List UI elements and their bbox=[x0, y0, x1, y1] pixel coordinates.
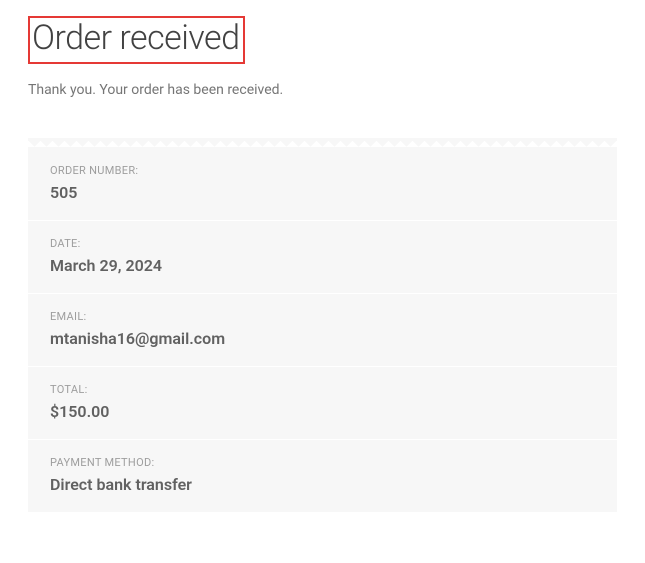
order-payment-label: PAYMENT METHOD: bbox=[50, 456, 595, 469]
order-number-row: ORDER NUMBER: 505 bbox=[28, 148, 617, 221]
order-email-row: EMAIL: mtanisha16@gmail.com bbox=[28, 294, 617, 367]
order-date-row: DATE: March 29, 2024 bbox=[28, 221, 617, 294]
zigzag-border bbox=[28, 137, 617, 147]
order-total-label: TOTAL: bbox=[50, 383, 595, 396]
order-email-value: mtanisha16@gmail.com bbox=[50, 329, 595, 348]
order-total-value: $150.00 bbox=[50, 402, 595, 421]
order-number-label: ORDER NUMBER: bbox=[50, 164, 595, 177]
thankyou-message: Thank you. Your order has been received. bbox=[28, 82, 617, 98]
page-title: Order received bbox=[32, 18, 239, 58]
order-date-label: DATE: bbox=[50, 237, 595, 250]
order-email-label: EMAIL: bbox=[50, 310, 595, 323]
order-total-row: TOTAL: $150.00 bbox=[28, 367, 617, 440]
order-payment-value: Direct bank transfer bbox=[50, 475, 595, 494]
order-number-value: 505 bbox=[50, 183, 595, 202]
order-payment-row: PAYMENT METHOD: Direct bank transfer bbox=[28, 440, 617, 512]
order-details-panel: ORDER NUMBER: 505 DATE: March 29, 2024 E… bbox=[28, 138, 617, 512]
title-highlight-box: Order received bbox=[28, 16, 245, 64]
order-date-value: March 29, 2024 bbox=[50, 256, 595, 275]
